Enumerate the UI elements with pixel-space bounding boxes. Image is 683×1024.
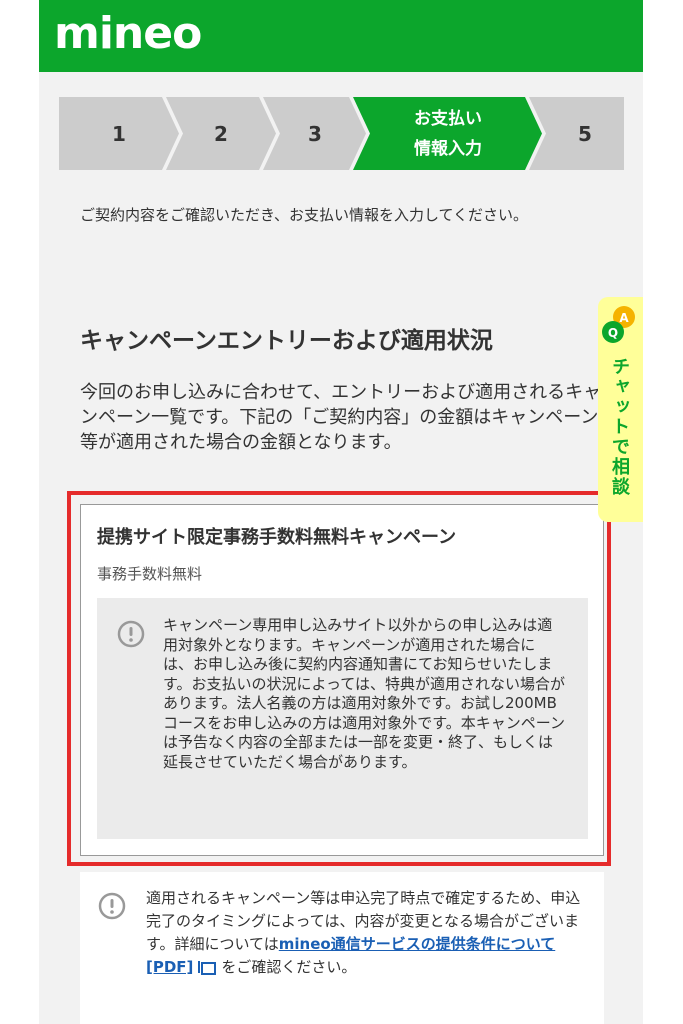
- bottom-notice-card: 適用されるキャンペーン等は申込完了時点で確定するため、申込完了のタイミングによっ…: [80, 872, 604, 1024]
- step-5-label: 5: [578, 121, 592, 146]
- section-description: 今回のお申し込みに合わせて、エントリーおよび適用されるキャンペーン一覧です。下記…: [80, 382, 602, 453]
- exclamation-circle-icon: [98, 892, 126, 920]
- chat-badge-a: A: [619, 311, 629, 325]
- step-1-label: 1: [112, 121, 126, 146]
- section-title: キャンペーンエントリーおよび適用状況: [80, 328, 493, 354]
- step-4-label: お支払い 情報入力: [373, 97, 523, 170]
- step-2-label: 2: [214, 121, 228, 146]
- step-4-label-line1: お支払い: [414, 108, 482, 129]
- bottom-notice-text-after: をご確認ください。: [221, 958, 357, 976]
- progress-stepper: 1 2 3 お支払い 情報入力 5: [59, 97, 624, 170]
- chat-consult-tab[interactable]: A Q チャットで相談: [598, 297, 643, 522]
- qa-chat-icon: A Q: [602, 306, 635, 343]
- header-bar: mineo: [39, 0, 643, 72]
- highlight-frame: [67, 491, 611, 866]
- external-window-icon: [198, 960, 217, 975]
- mineo-logo[interactable]: mineo: [54, 8, 202, 59]
- step-3-label: 3: [308, 121, 322, 146]
- bottom-notice-text: 適用されるキャンペーン等は申込完了時点で確定するため、申込完了のタイミングによっ…: [146, 887, 586, 979]
- step-4-label-line2: 情報入力: [414, 138, 482, 159]
- chat-consult-label[interactable]: チャットで相談: [608, 357, 632, 497]
- intro-text: ご契約内容をご確認いただき、お支払い情報を入力してください。: [80, 206, 529, 224]
- chat-badge-q: Q: [608, 326, 618, 340]
